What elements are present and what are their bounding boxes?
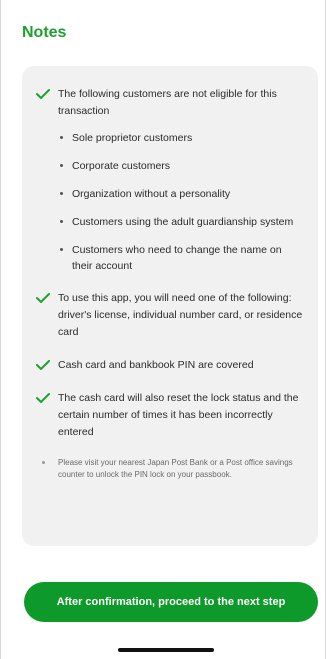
check-icon: [36, 393, 50, 403]
excluded-customer-item: Organization without a personality: [36, 186, 304, 202]
notes-item-pin-coverage: Cash card and bankbook PIN are covered: [36, 357, 304, 374]
bullet-dot-icon: [60, 192, 63, 195]
bullet-dot-icon: [60, 164, 63, 167]
notes-item-id-requirement: To use this app, you will need one of th…: [36, 290, 304, 341]
notes-footnote: Please visit your nearest Japan Post Ban…: [36, 457, 304, 481]
home-indicator[interactable]: [118, 648, 214, 652]
bullet-dot-icon: [42, 461, 45, 464]
excluded-customer-item: Customers using the adult guardianship s…: [36, 214, 304, 230]
check-icon: [36, 89, 50, 99]
excluded-customer-item: Sole proprietor customers: [36, 130, 304, 146]
bullet-dot-icon: [60, 248, 63, 251]
notes-intro-text: The following customers are not eligible…: [58, 88, 277, 117]
excluded-customer-item: Corporate customers: [36, 158, 304, 174]
check-icon: [36, 360, 50, 370]
page-title: Notes: [22, 24, 67, 41]
notes-item-lock-reset: The cash card will also reset the lock s…: [36, 390, 304, 441]
notes-card: The following customers are not eligible…: [22, 66, 318, 546]
check-icon: [36, 293, 50, 303]
next-step-button[interactable]: After confirmation, proceed to the next …: [24, 582, 318, 622]
notes-item-intro: The following customers are not eligible…: [36, 86, 304, 120]
bullet-dot-icon: [60, 220, 63, 223]
bullet-dot-icon: [60, 136, 63, 139]
excluded-customer-item: Customers who need to change the name on…: [36, 242, 304, 274]
frame-left-border: [0, 0, 1, 659]
